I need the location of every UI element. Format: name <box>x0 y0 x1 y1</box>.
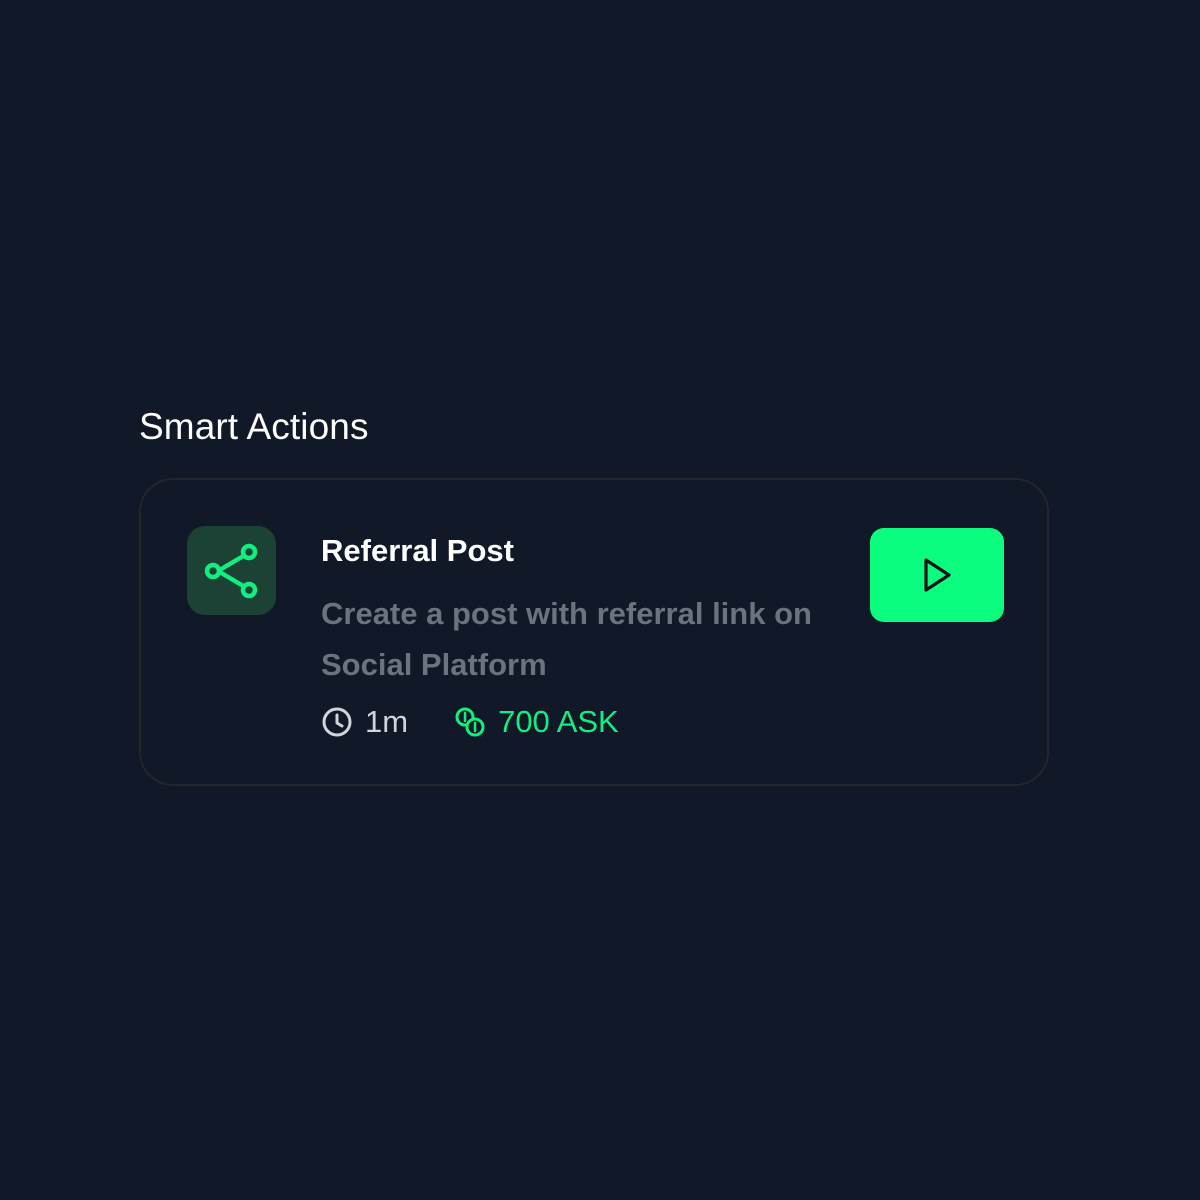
action-description: Create a post with referral link on Soci… <box>321 596 812 682</box>
coins-icon <box>455 707 485 737</box>
smart-action-card[interactable]: Referral Post Create a post with referra… <box>139 478 1049 786</box>
section-title: Smart Actions <box>139 406 369 447</box>
page: Smart Actions Referral Post Create a pos… <box>0 0 1200 1200</box>
share-icon <box>204 543 257 598</box>
reward: 700 ASK <box>454 702 619 742</box>
duration: 1m <box>321 702 408 742</box>
action-title: Referral Post <box>321 533 514 568</box>
play-icon <box>924 558 951 592</box>
action-icon-tile <box>187 526 276 615</box>
clock-icon <box>322 707 352 737</box>
start-action-button[interactable] <box>870 528 1004 622</box>
action-meta: 1m 700 ASK <box>321 702 619 742</box>
duration-value: 1m <box>365 704 409 739</box>
reward-value: 700 ASK <box>498 704 619 739</box>
